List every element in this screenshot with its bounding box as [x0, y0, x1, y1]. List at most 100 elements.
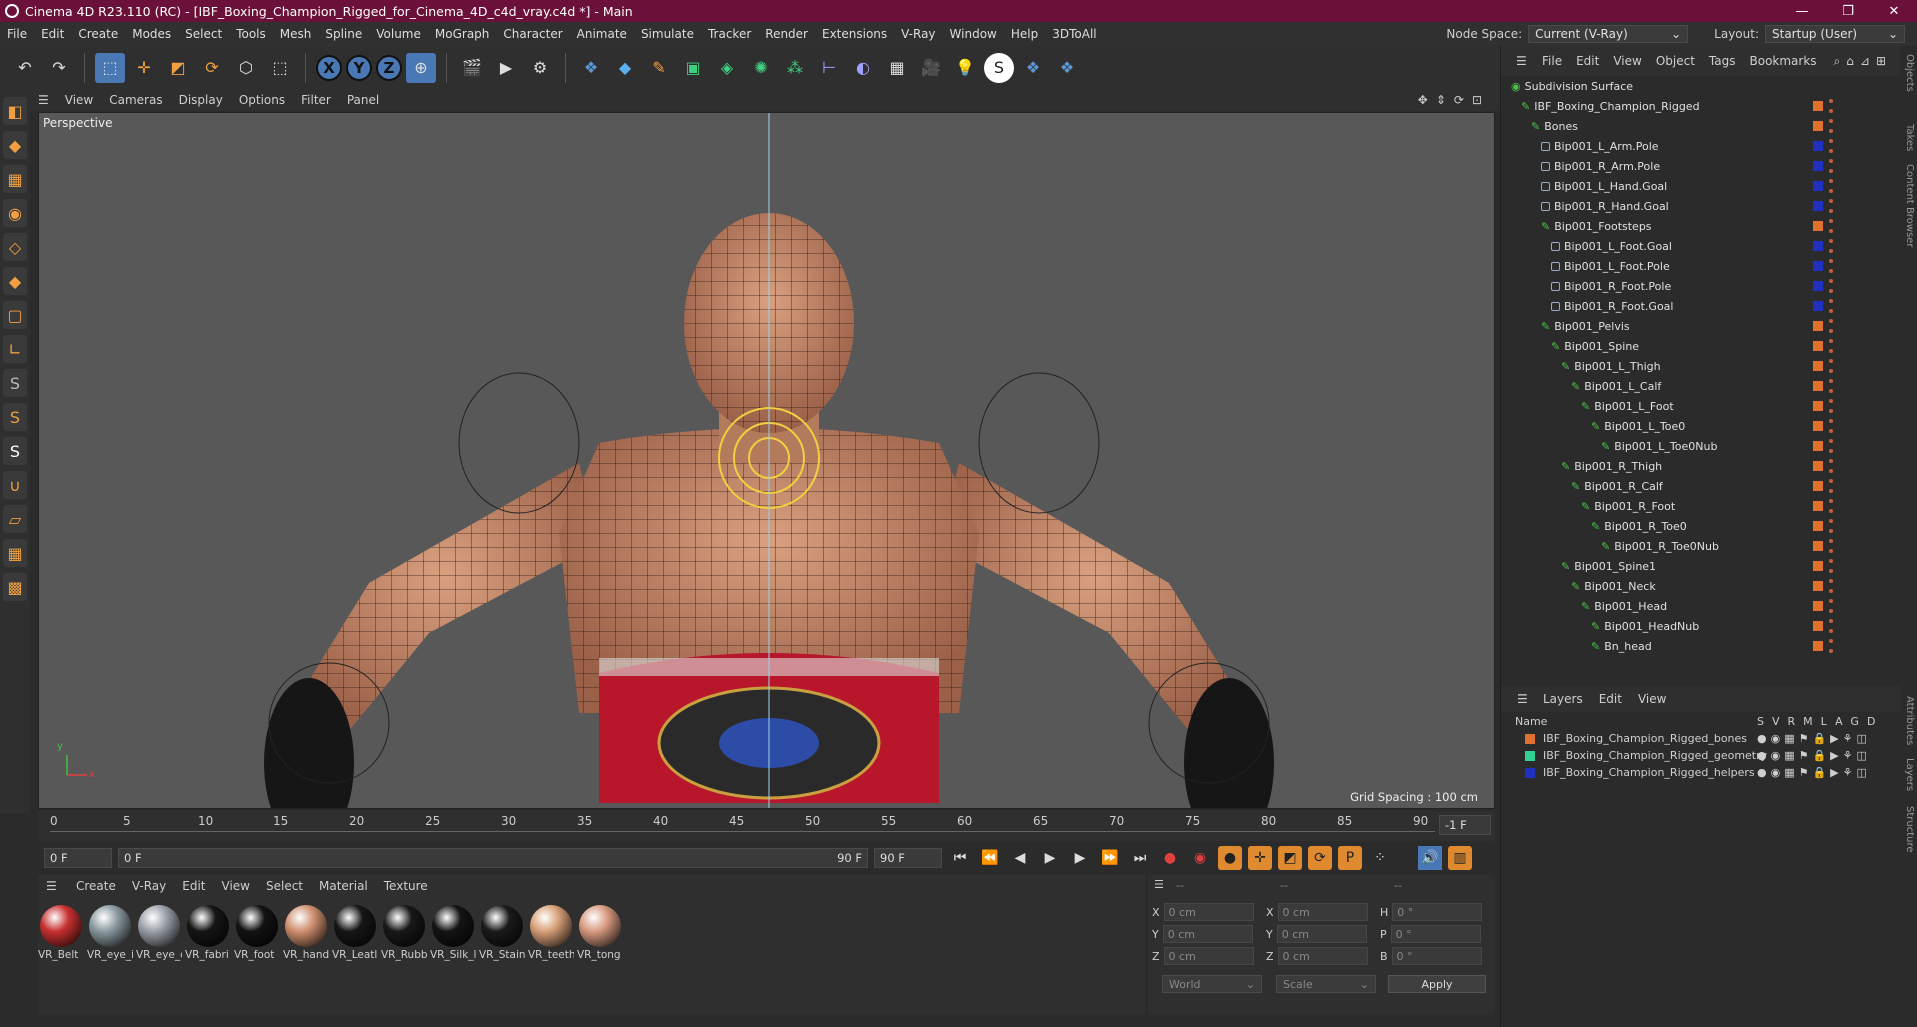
layer-color-swatch[interactable]: [1813, 161, 1823, 171]
layer-color-swatch[interactable]: [1525, 750, 1535, 761]
object-row[interactable]: ✎ Bip001_Pelvis: [1501, 316, 1900, 336]
search-icon[interactable]: ⌕⌂⊿⊞: [1834, 54, 1900, 69]
menu-mesh[interactable]: Mesh: [273, 27, 319, 41]
layer-color-swatch[interactable]: [1813, 541, 1823, 551]
menu-vray[interactable]: V-Ray: [894, 27, 942, 41]
cube-icon[interactable]: ◆: [610, 53, 640, 83]
apply-button[interactable]: Apply: [1388, 975, 1486, 993]
tab-objects[interactable]: Objects: [1904, 54, 1915, 92]
render-region-icon[interactable]: 🎬: [457, 53, 487, 83]
visibility-dots-icon[interactable]: [1829, 579, 1833, 593]
layer-color-swatch[interactable]: [1525, 767, 1535, 778]
size-z-field[interactable]: 0 cm: [1277, 947, 1368, 965]
layer-color-swatch[interactable]: [1813, 401, 1823, 411]
object-row[interactable]: ✎ Bip001_R_Calf: [1501, 476, 1900, 496]
minimize-button[interactable]: —: [1779, 4, 1825, 19]
position-key-icon[interactable]: ✛: [1248, 846, 1272, 870]
object-row[interactable]: ✎ Bip001_Spine: [1501, 336, 1900, 356]
menu-character[interactable]: Character: [496, 27, 569, 41]
python-icon[interactable]: ❖: [576, 53, 606, 83]
layer-color-swatch[interactable]: [1813, 501, 1823, 511]
field-icon[interactable]: ◐: [848, 53, 878, 83]
visibility-dots-icon[interactable]: [1829, 299, 1833, 313]
menu-render[interactable]: Render: [758, 27, 815, 41]
object-row[interactable]: ✎ Bip001_L_Toe0Nub: [1501, 436, 1900, 456]
object-row[interactable]: Bip001_R_Foot.Pole: [1501, 276, 1900, 296]
extrude-icon[interactable]: ◈: [712, 53, 742, 83]
object-row[interactable]: ✎ Bip001_L_Toe0: [1501, 416, 1900, 436]
node-space-dropdown[interactable]: Current (V-Ray) ⌄: [1528, 25, 1689, 43]
material-tile[interactable]: VR_Silk_l: [430, 905, 476, 961]
menu-spline[interactable]: Spline: [318, 27, 369, 41]
visibility-dots-icon[interactable]: [1829, 599, 1833, 613]
camera-icon[interactable]: 🎥: [916, 53, 946, 83]
layer-color-swatch[interactable]: [1813, 301, 1823, 311]
menu-tools[interactable]: Tools: [229, 27, 273, 41]
position-x-field[interactable]: 0 cm: [1163, 903, 1254, 921]
visibility-dots-icon[interactable]: [1829, 199, 1833, 213]
material-menu-vray[interactable]: V-Ray: [124, 879, 174, 893]
live-select-icon[interactable]: ⬚: [265, 53, 295, 83]
layer-color-swatch[interactable]: [1813, 101, 1823, 111]
visibility-dots-icon[interactable]: [1829, 479, 1833, 493]
material-menu-edit[interactable]: Edit: [174, 879, 213, 893]
menu-select[interactable]: Select: [178, 27, 229, 41]
preview-range-slider[interactable]: 0 F 90 F: [118, 848, 868, 868]
object-row[interactable]: ✎ Bip001_L_Thigh: [1501, 356, 1900, 376]
visibility-dots-icon[interactable]: [1829, 339, 1833, 353]
layer-color-swatch[interactable]: [1813, 361, 1823, 371]
menu-window[interactable]: Window: [943, 27, 1004, 41]
y-axis-lock-button[interactable]: Y: [346, 54, 372, 81]
previous-frame-icon[interactable]: ◀: [1008, 846, 1032, 870]
layer-row[interactable]: IBF_Boxing_Champion_Rigged_helpers ●◉▦⚑🔒▶…: [1501, 764, 1901, 781]
material-tile[interactable]: VR_Rubb: [381, 905, 427, 961]
layer-toggle-icons[interactable]: ●◉▦⚑🔒▶⚘◫: [1757, 766, 1871, 779]
visibility-dots-icon[interactable]: [1829, 519, 1833, 533]
layer-menu-edit[interactable]: Edit: [1591, 692, 1630, 706]
objects-menu-object[interactable]: Object: [1649, 54, 1702, 68]
light-icon[interactable]: 💡: [950, 53, 980, 83]
record-keys-icon[interactable]: ●: [1158, 846, 1182, 870]
snap-icon[interactable]: S: [3, 369, 27, 397]
timeline-icon[interactable]: ▥: [1448, 846, 1472, 870]
edge-mode-icon[interactable]: ◇: [3, 233, 27, 261]
recent-tool-icon[interactable]: ⬡: [231, 53, 261, 83]
layer-color-swatch[interactable]: [1813, 581, 1823, 591]
layer-color-swatch[interactable]: [1525, 733, 1535, 744]
start-frame-field[interactable]: 0 F: [44, 848, 112, 868]
render-view-icon[interactable]: ▶: [491, 53, 521, 83]
rotation-p-field[interactable]: 0 °: [1390, 925, 1481, 943]
object-row[interactable]: ✎ Bip001_Footsteps: [1501, 216, 1900, 236]
object-row[interactable]: ✎ Bip001_L_Calf: [1501, 376, 1900, 396]
layer-color-swatch[interactable]: [1813, 601, 1823, 611]
subdivision-icon[interactable]: ▣: [678, 53, 708, 83]
layer-color-swatch[interactable]: [1813, 381, 1823, 391]
visibility-dots-icon[interactable]: [1829, 99, 1833, 113]
material-tile[interactable]: VR_fabri: [185, 905, 229, 961]
layer-color-swatch[interactable]: [1813, 461, 1823, 471]
floor-icon[interactable]: ▦: [882, 53, 912, 83]
cloner-icon[interactable]: ✺: [746, 53, 776, 83]
visibility-dots-icon[interactable]: [1829, 439, 1833, 453]
model-mode-icon[interactable]: ◆: [3, 131, 27, 159]
select-tool-icon[interactable]: ⬚: [95, 52, 125, 83]
layer-row[interactable]: IBF_Boxing_Champion_Rigged_geometry ●◉▦⚑🔒…: [1501, 747, 1901, 764]
menu-create[interactable]: Create: [71, 27, 125, 41]
tab-structure[interactable]: Structure: [1904, 806, 1915, 853]
close-button[interactable]: ✕: [1871, 4, 1917, 19]
visibility-dots-icon[interactable]: [1829, 559, 1833, 573]
object-row[interactable]: ✎ Bn_head: [1501, 636, 1900, 656]
tab-attributes[interactable]: Attributes: [1904, 696, 1915, 745]
visibility-dots-icon[interactable]: [1829, 159, 1833, 173]
object-row[interactable]: ✎ Bip001_R_Foot: [1501, 496, 1900, 516]
end-frame-field[interactable]: 90 F: [874, 848, 942, 868]
hamburger-icon[interactable]: ☰: [1154, 878, 1164, 891]
layer-menu-view[interactable]: View: [1630, 692, 1674, 706]
maximize-button[interactable]: ❐: [1825, 4, 1871, 19]
material-tile[interactable]: VR_Leatl: [332, 905, 377, 961]
hamburger-icon[interactable]: ☰: [38, 879, 65, 893]
object-row[interactable]: Bip001_L_Foot.Pole: [1501, 256, 1900, 276]
object-row[interactable]: ✎ Bip001_R_Toe0Nub: [1501, 536, 1900, 556]
object-row[interactable]: ✎ IBF_Boxing_Champion_Rigged: [1501, 96, 1900, 116]
rotation-b-field[interactable]: 0 °: [1391, 947, 1482, 965]
